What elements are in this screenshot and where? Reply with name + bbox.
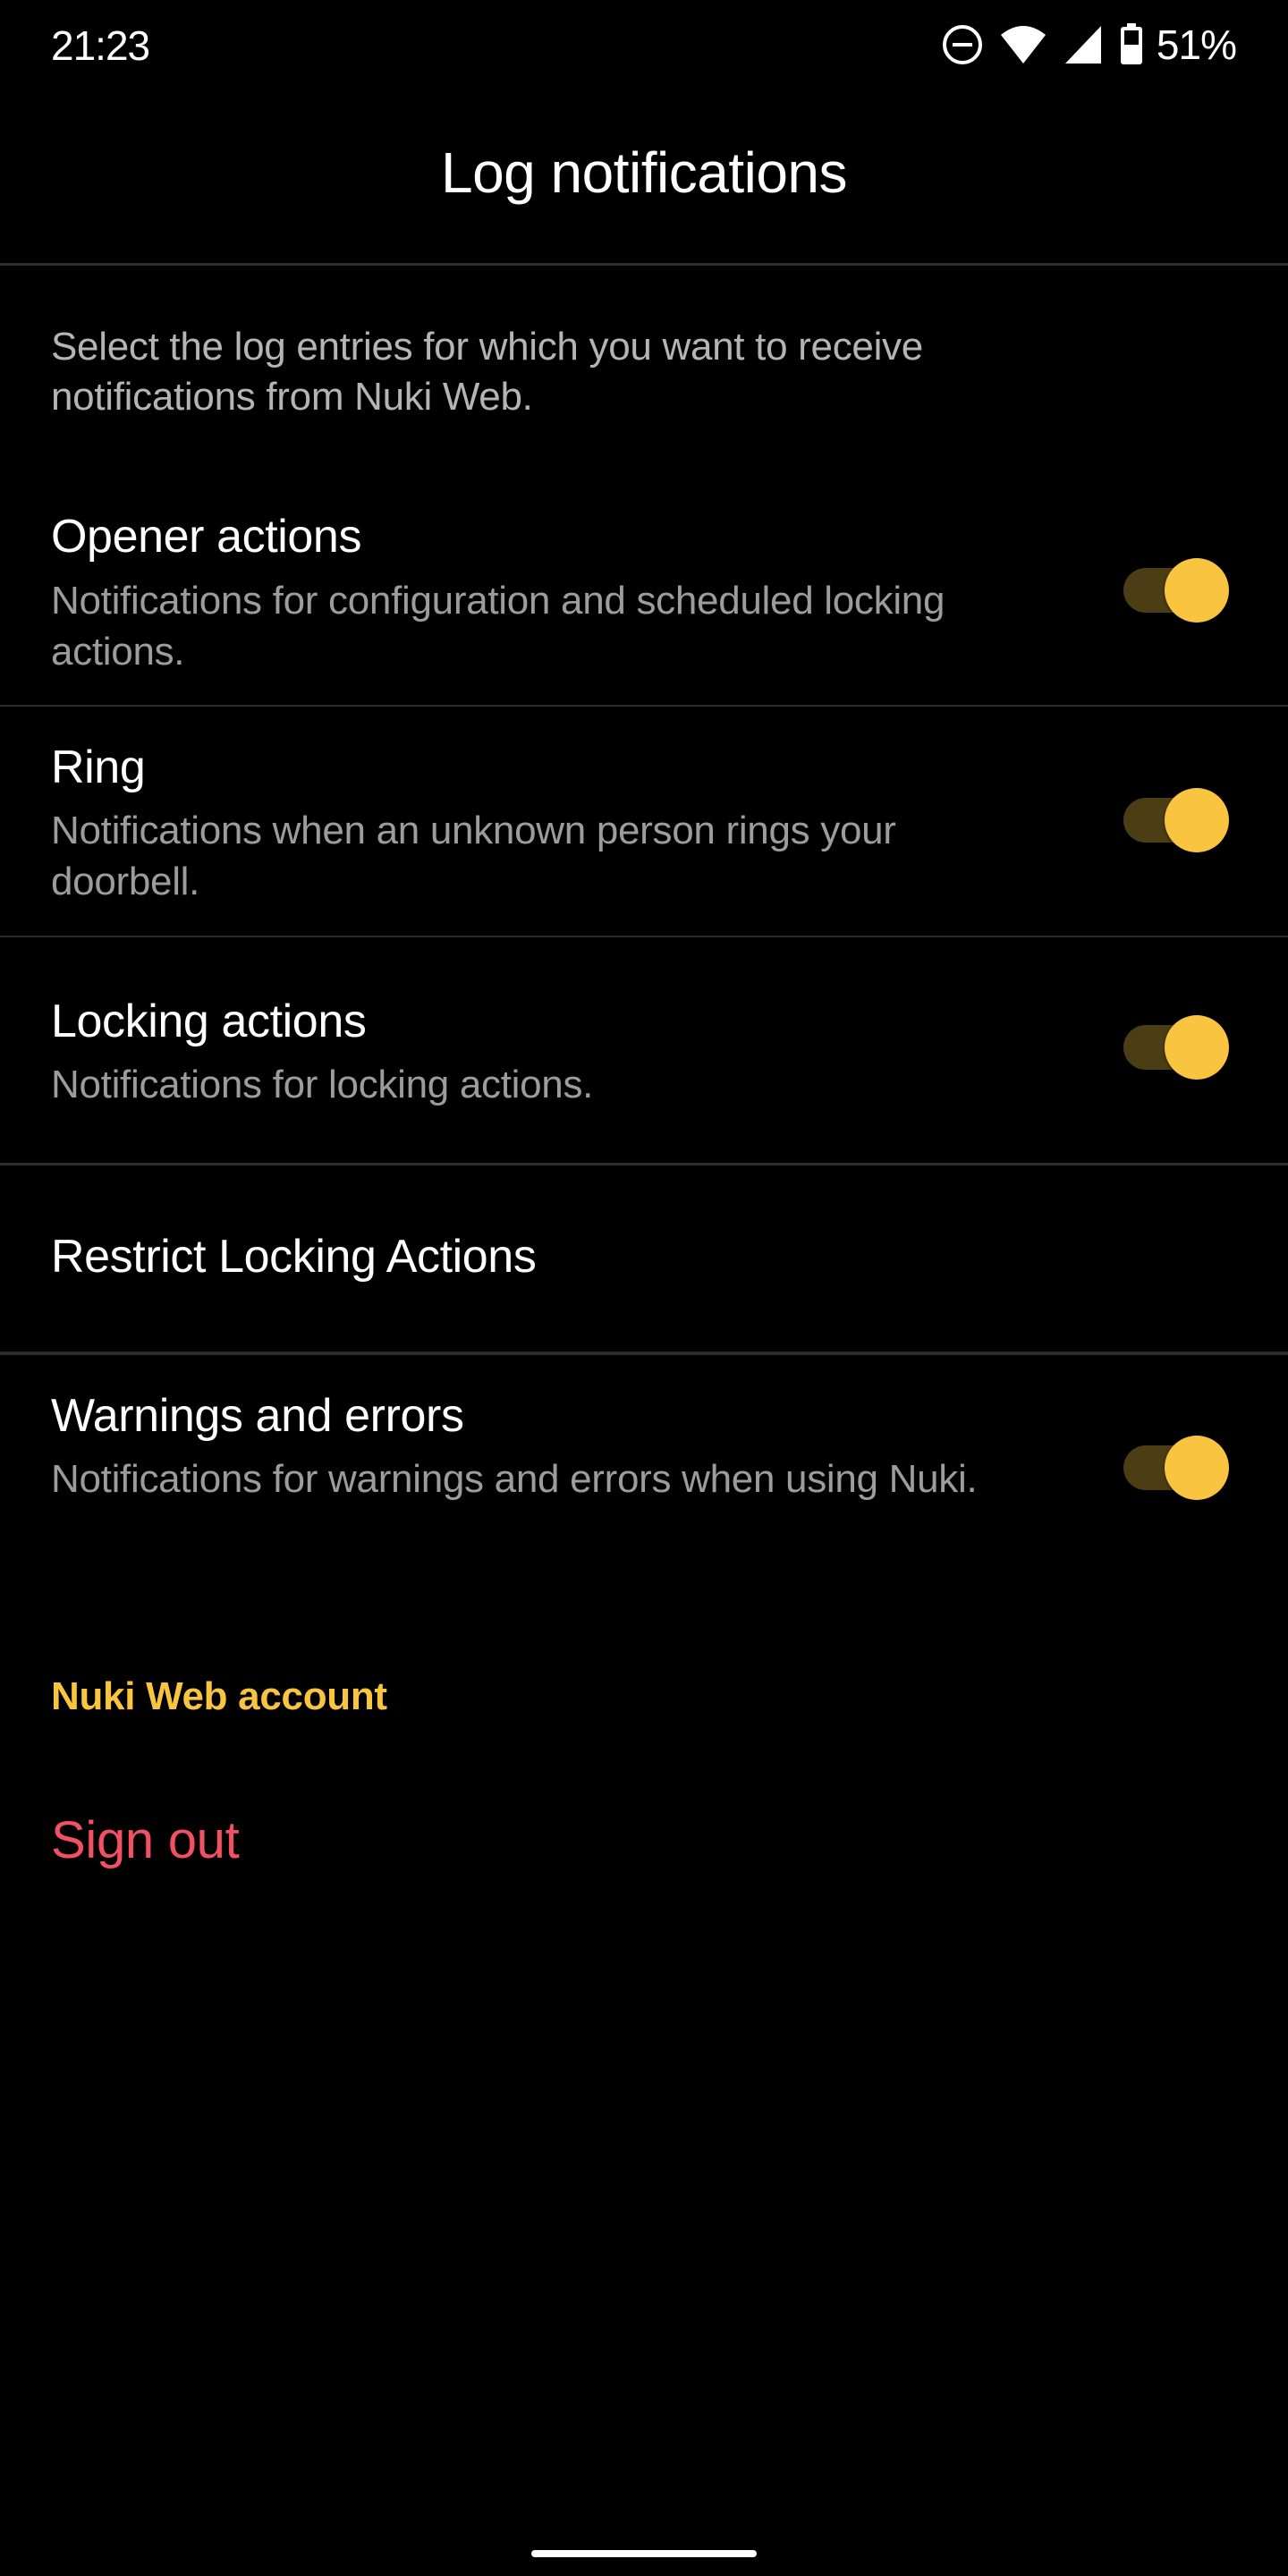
toggle-thumb [1165, 1015, 1229, 1080]
setting-title: Locking actions [51, 996, 367, 1047]
warnings-and-errors-toggle[interactable] [1120, 1436, 1231, 1500]
setting-row-ring[interactable]: Ring Notifications when an unknown perso… [0, 707, 1288, 936]
app-bar: Log notifications [0, 89, 1288, 263]
intro-text: Select the log entries for which you wan… [51, 325, 923, 419]
page-title: Log notifications [440, 140, 848, 205]
status-icons: 51% [942, 21, 1237, 68]
sign-out-button[interactable]: Sign out [51, 1810, 240, 1870]
toggle-thumb [1165, 558, 1229, 623]
battery-icon [1119, 23, 1144, 66]
section-header-nuki-web-account: Nuki Web account [51, 1674, 387, 1718]
header-divider [0, 263, 1288, 266]
setting-row-locking-actions[interactable]: Locking actions Notifications for lockin… [0, 937, 1288, 1163]
battery-percent: 51% [1156, 21, 1237, 68]
setting-subtitle: Notifications when an unknown person rin… [51, 809, 896, 903]
cellular-signal-icon [1063, 24, 1103, 65]
status-time: 21:23 [51, 22, 150, 69]
setting-title: Warnings and errors [51, 1390, 464, 1442]
status-bar: 21:23 51% [0, 0, 1288, 89]
home-indicator[interactable] [531, 2550, 757, 2557]
locking-actions-toggle[interactable] [1120, 1015, 1231, 1080]
setting-title: Restrict Locking Actions [51, 1231, 537, 1283]
setting-subtitle: Notifications for warnings and errors wh… [51, 1457, 978, 1501]
setting-row-warnings-and-errors[interactable]: Warnings and errors Notifications for wa… [0, 1355, 1288, 1570]
setting-row-opener-actions[interactable]: Opener actions Notifications for configu… [0, 492, 1288, 705]
setting-title: Opener actions [51, 511, 362, 563]
opener-actions-toggle[interactable] [1120, 558, 1231, 623]
toggle-thumb [1165, 788, 1229, 852]
setting-row-restrict-locking-actions[interactable]: Restrict Locking Actions [0, 1165, 1288, 1353]
toggle-thumb [1165, 1436, 1229, 1500]
setting-title: Ring [51, 741, 146, 793]
setting-subtitle: Notifications for configuration and sche… [51, 579, 945, 674]
do-not-disturb-icon [942, 24, 983, 65]
setting-subtitle: Notifications for locking actions. [51, 1063, 594, 1106]
wifi-icon [999, 24, 1047, 65]
ring-toggle[interactable] [1120, 788, 1231, 852]
